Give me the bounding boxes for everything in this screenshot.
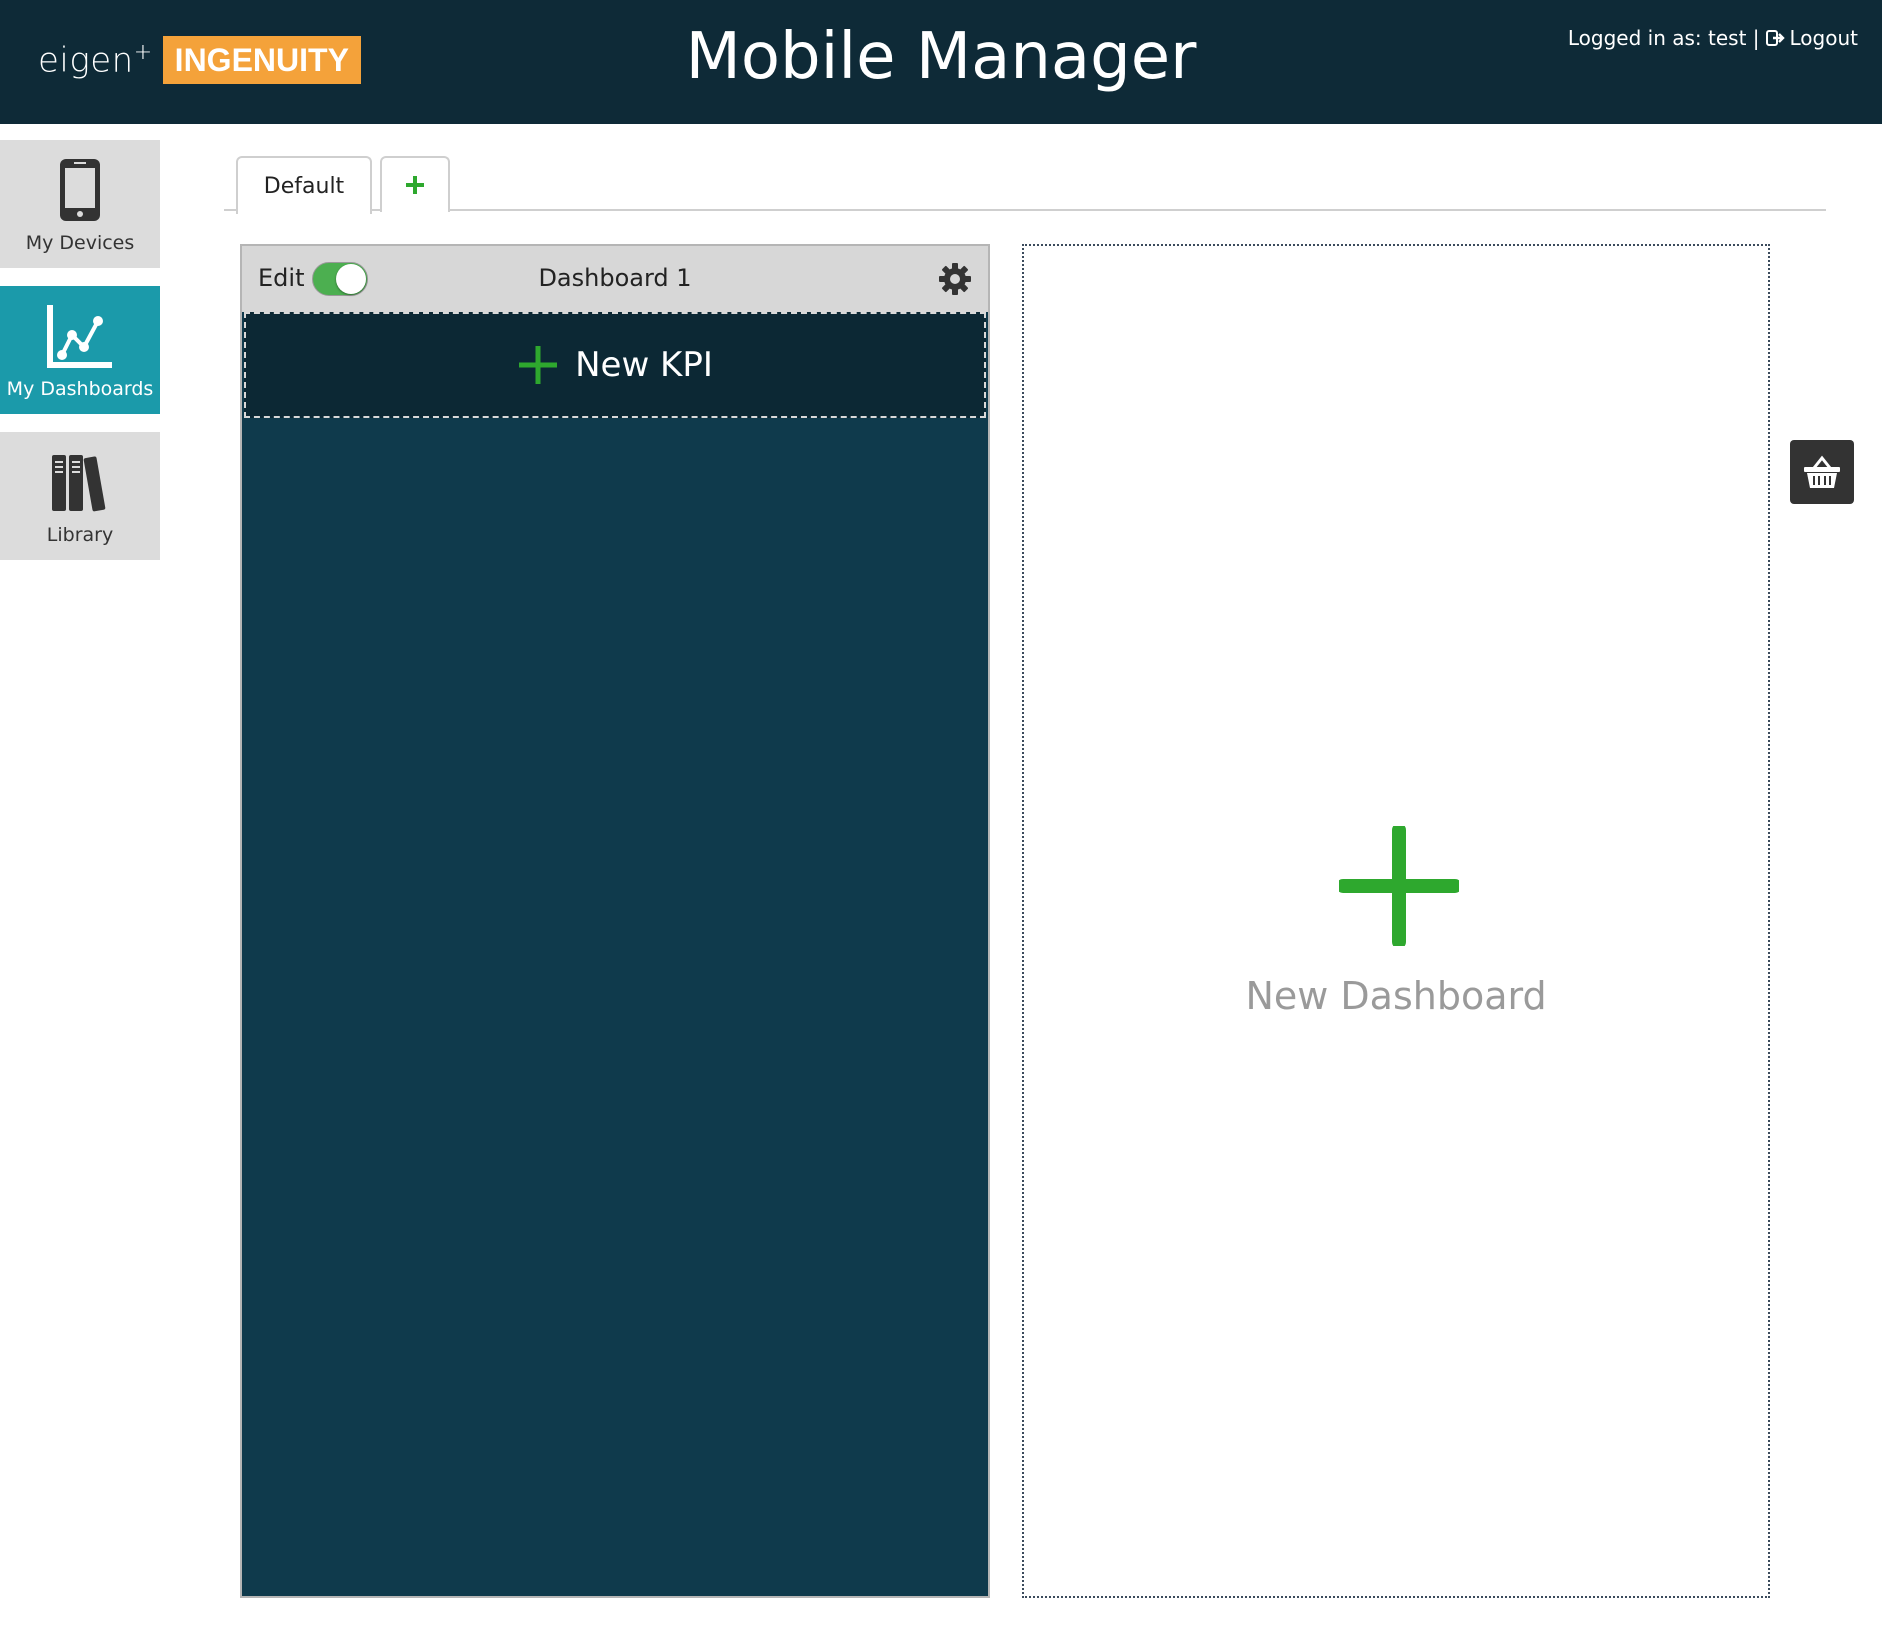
dashboard-canvas: Edit Dashboard 1 New KPI <box>240 244 990 1598</box>
sidebar-item-library[interactable]: Library <box>0 432 160 560</box>
add-tab-button[interactable] <box>380 156 450 212</box>
gear-icon[interactable] <box>938 262 972 296</box>
logged-in-text: Logged in as: test | <box>1567 26 1760 50</box>
basket-icon <box>1804 455 1840 488</box>
login-status: Logged in as: test | Logout <box>1568 26 1858 50</box>
chart-line-icon <box>47 305 112 368</box>
logout-icon <box>1765 30 1785 46</box>
tab-default[interactable]: Default <box>236 156 372 214</box>
new-kpi-label: New KPI <box>575 345 713 385</box>
basket-button[interactable] <box>1790 440 1854 504</box>
logout-label: Logout <box>1789 26 1858 50</box>
dashboard-title: Dashboard 1 <box>538 264 692 292</box>
sidebar-item-my-devices[interactable]: My Devices <box>0 140 160 268</box>
phone-icon <box>60 159 100 221</box>
books-icon <box>52 455 106 512</box>
plus-icon <box>406 176 424 194</box>
plus-icon <box>1339 826 1459 946</box>
new-dashboard-button[interactable]: New Dashboard <box>1022 244 1770 1598</box>
new-dashboard-label: New Dashboard <box>1245 974 1547 1018</box>
dashboard-header: Edit Dashboard 1 <box>242 246 988 312</box>
sidebar-item-label: Library <box>46 524 114 546</box>
tab-bar-divider <box>224 209 1826 211</box>
new-kpi-button[interactable]: New KPI <box>244 312 986 418</box>
app-header: eigen+ INGENUITY Mobile Manager Logged i… <box>0 0 1882 124</box>
sidebar-item-label: My Dashboards <box>6 378 154 400</box>
sidebar-item-my-dashboards[interactable]: My Dashboards <box>0 286 160 414</box>
sidebar-item-label: My Devices <box>25 232 135 254</box>
plus-icon <box>519 346 558 384</box>
logout-link[interactable]: Logout <box>1765 26 1858 50</box>
